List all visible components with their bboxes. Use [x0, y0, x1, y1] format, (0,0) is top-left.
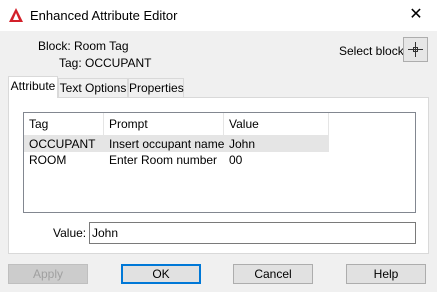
- help-button[interactable]: Help: [346, 264, 426, 284]
- table-row[interactable]: OCCUPANT Insert occupant name John: [24, 136, 329, 152]
- title-bar: Enhanced Attribute Editor ✕: [0, 0, 437, 31]
- row-value: John: [229, 137, 256, 151]
- attribute-list[interactable]: Tag Prompt Value OCCUPANT Insert occupan…: [23, 112, 416, 213]
- row-tag: OCCUPANT: [29, 137, 96, 151]
- window-title: Enhanced Attribute Editor: [30, 8, 178, 23]
- row-prompt: Insert occupant name: [109, 137, 225, 151]
- table-row[interactable]: ROOM Enter Room number 00: [24, 152, 329, 168]
- column-header-value[interactable]: Value: [224, 113, 329, 135]
- column-header-prompt[interactable]: Prompt: [104, 113, 224, 135]
- list-header: Tag Prompt Value: [24, 113, 329, 136]
- row-tag: ROOM: [29, 153, 67, 167]
- autocad-logo-icon: [9, 8, 23, 22]
- block-name: Block: Room Tag: [38, 39, 129, 53]
- attribute-panel: Tag Prompt Value OCCUPANT Insert occupan…: [8, 97, 429, 254]
- tag-name: Tag: OCCUPANT: [59, 56, 152, 70]
- tab-attribute[interactable]: Attribute: [8, 76, 58, 98]
- close-icon[interactable]: ✕: [405, 4, 427, 26]
- crosshair-icon: [408, 42, 423, 57]
- row-value: 00: [229, 153, 243, 167]
- column-header-tag[interactable]: Tag: [24, 113, 104, 135]
- row-prompt: Enter Room number: [109, 153, 218, 167]
- value-input[interactable]: [89, 222, 416, 244]
- apply-button[interactable]: Apply: [8, 264, 88, 284]
- tab-properties[interactable]: Properties: [128, 78, 184, 97]
- select-block-label: Select block: [339, 44, 404, 58]
- cancel-button[interactable]: Cancel: [233, 264, 313, 284]
- select-block-button[interactable]: [403, 37, 428, 62]
- tab-text-options[interactable]: Text Options: [58, 78, 128, 97]
- value-label: Value:: [53, 226, 87, 240]
- ok-button[interactable]: OK: [121, 264, 201, 284]
